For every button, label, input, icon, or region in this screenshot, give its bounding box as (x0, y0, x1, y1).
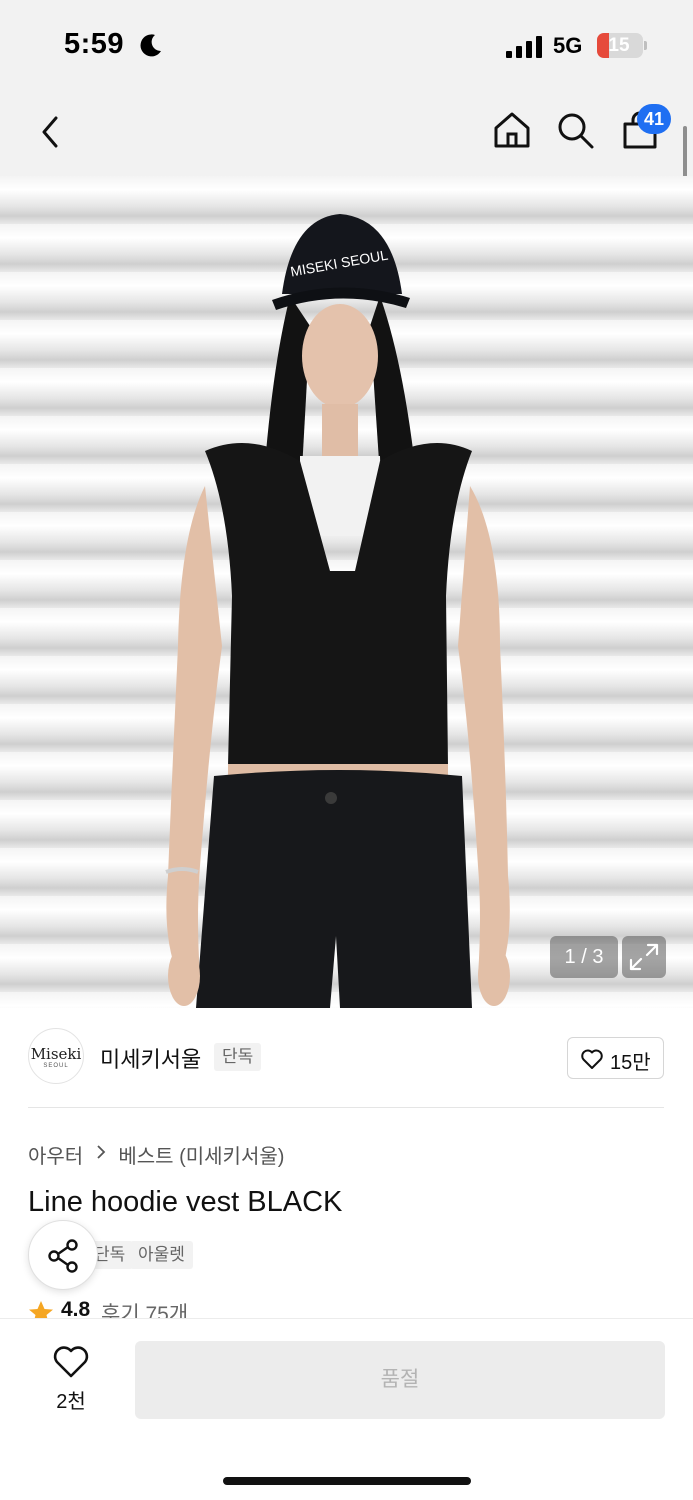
rating-value: 4.8 (61, 1298, 91, 1320)
product-image[interactable]: MISEKI SEOUL (0, 176, 693, 1008)
nav-bar (0, 92, 693, 176)
brand-like-count: 15만 (610, 1052, 651, 1074)
model-figure: MISEKI SEOUL (165, 214, 510, 1008)
status-time: 5:59 (64, 28, 125, 60)
back-icon (42, 116, 58, 148)
expand-image-button[interactable] (622, 936, 666, 978)
wishlist-button[interactable]: 2천 (36, 1341, 106, 1413)
chevron-right-icon (95, 1143, 107, 1166)
brand-logo-text: Miseki (30, 1045, 82, 1063)
rating-row[interactable]: 4.8 후기 75개 (28, 1298, 328, 1320)
exclusive-tag: 단독 (214, 1043, 262, 1071)
heart-icon (53, 1346, 89, 1378)
signal-icon (506, 36, 542, 58)
status-bar: 5:59 5G 15 (0, 0, 693, 92)
product-tag-outlet: 아울렛 (130, 1241, 193, 1269)
battery-icon: 15 (597, 33, 643, 58)
breadcrumb: 아우터 베스트 (미세키서울) (28, 1140, 284, 1169)
brand-like-button[interactable]: 15만 (567, 1037, 664, 1079)
brand-name[interactable]: 미세키서울 (100, 1042, 201, 1074)
breadcrumb-category[interactable]: 아우터 (28, 1140, 83, 1169)
network-type: 5G (553, 33, 583, 58)
product-title: Line hoodie vest BLACK (28, 1186, 343, 1218)
review-count: 후기 75개 (101, 1303, 189, 1320)
cart-count-badge: 41 (637, 104, 671, 134)
breadcrumb-subcategory[interactable]: 베스트 (미세키서울) (118, 1140, 284, 1169)
bottom-action-bar: 2천 품절 (0, 1318, 693, 1500)
star-icon (29, 1301, 53, 1320)
home-indicator[interactable] (223, 1477, 471, 1485)
home-button[interactable] (492, 110, 532, 150)
battery-cap (644, 41, 647, 50)
moon-icon (140, 34, 161, 57)
search-icon (558, 113, 594, 149)
home-icon (494, 112, 530, 148)
image-counter: 1 / 3 (550, 936, 618, 978)
share-button[interactable] (28, 1220, 98, 1290)
share-icon (48, 1239, 78, 1273)
brand-logo-subtext: SEOUL (43, 1063, 69, 1069)
battery-level: 15 (608, 35, 630, 56)
back-button[interactable] (34, 112, 68, 152)
brand-logo[interactable]: Miseki SEOUL (28, 1028, 84, 1084)
search-button[interactable] (555, 110, 595, 150)
expand-icon (629, 943, 659, 971)
heart-icon (581, 1049, 603, 1069)
wishlist-count: 2천 (56, 1391, 86, 1413)
sold-out-button[interactable]: 품절 (135, 1341, 665, 1419)
divider (28, 1107, 664, 1108)
